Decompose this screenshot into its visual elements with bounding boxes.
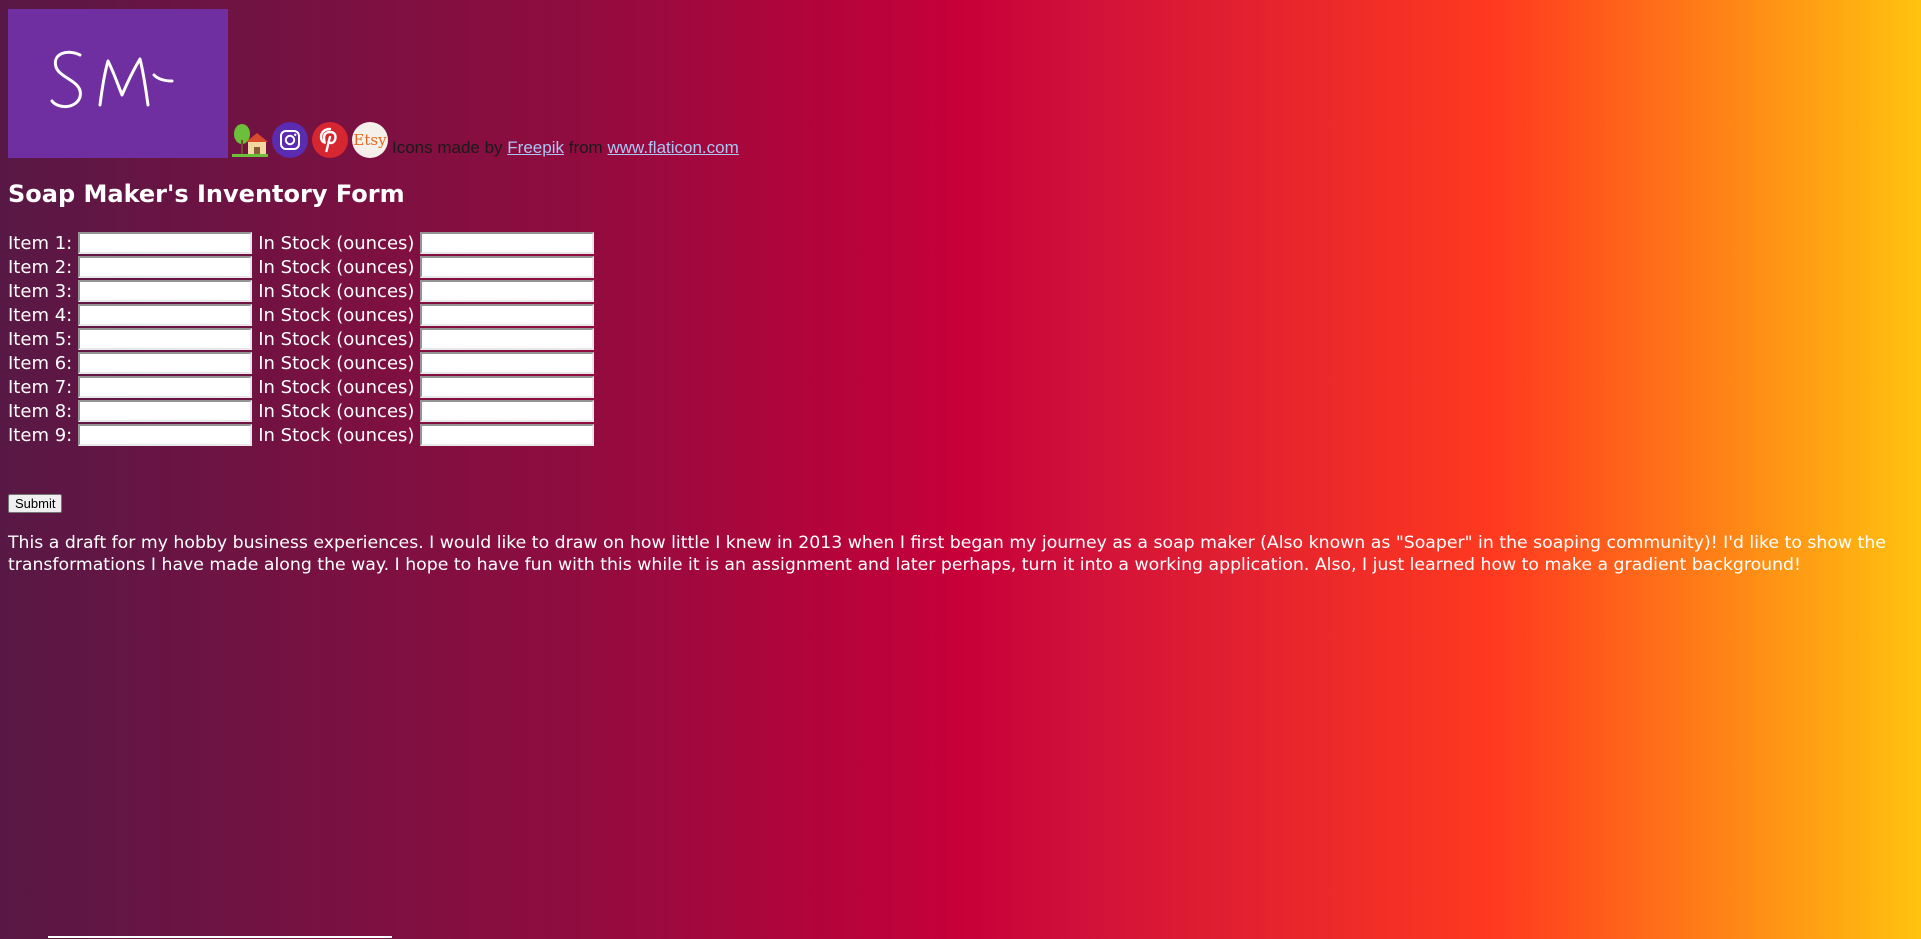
form-title: Soap Maker's Inventory Form <box>8 180 405 208</box>
item-9-stock-input[interactable] <box>420 424 595 446</box>
item-label: Item 1: <box>8 232 73 254</box>
item-8-stock-input[interactable] <box>420 400 595 422</box>
item-label: Item 4: <box>8 304 73 326</box>
item-7-stock-input[interactable] <box>420 376 595 398</box>
item-label: Item 5: <box>8 328 73 350</box>
stock-label: In Stock (ounces) <box>258 328 415 350</box>
item-6-name-input[interactable] <box>78 352 253 374</box>
item-label: Item 3: <box>8 280 73 302</box>
stock-label: In Stock (ounces) <box>258 424 415 446</box>
stock-label: In Stock (ounces) <box>258 376 415 398</box>
item-label: Item 7: <box>8 376 73 398</box>
form-row-8: Item 8: In Stock (ounces) <box>8 399 600 423</box>
flaticon-link[interactable]: www.flaticon.com <box>607 138 738 157</box>
form-row-9: Item 9: In Stock (ounces) <box>8 423 600 447</box>
submit-button[interactable]: Submit <box>8 494 63 513</box>
stock-label: In Stock (ounces) <box>258 280 415 302</box>
item-9-name-input[interactable] <box>78 424 253 446</box>
form-row-5: Item 5: In Stock (ounces) <box>8 327 600 351</box>
form-row-4: Item 4: In Stock (ounces) <box>8 303 600 327</box>
item-5-name-input[interactable] <box>78 328 253 350</box>
credit-prefix: Icons made by <box>392 138 503 157</box>
logo[interactable] <box>8 9 228 158</box>
logo-sm-mark <box>50 50 174 108</box>
item-label: Item 2: <box>8 256 73 278</box>
inventory-form: Item 1: In Stock (ounces) Item 2: In Sto… <box>8 231 600 447</box>
item-8-name-input[interactable] <box>78 400 253 422</box>
description-paragraph: This a draft for my hobby business exper… <box>8 533 1886 575</box>
stock-label: In Stock (ounces) <box>258 232 415 254</box>
form-row-6: Item 6: In Stock (ounces) <box>8 351 600 375</box>
item-1-stock-input[interactable] <box>420 232 595 254</box>
item-label: Item 9: <box>8 424 73 446</box>
freepik-link[interactable]: Freepik <box>507 138 564 157</box>
form-row-2: Item 2: In Stock (ounces) <box>8 255 600 279</box>
form-row-3: Item 3: In Stock (ounces) <box>8 279 600 303</box>
etsy-label: Etsy <box>353 131 387 149</box>
pinterest-icon[interactable] <box>312 122 348 158</box>
item-1-name-input[interactable] <box>78 232 253 254</box>
bottom-divider <box>48 936 392 938</box>
header: Etsy Icons made by Freepik from www.flat… <box>8 9 739 158</box>
item-3-name-input[interactable] <box>78 280 253 302</box>
form-row-7: Item 7: In Stock (ounces) <box>8 375 600 399</box>
item-2-stock-input[interactable] <box>420 256 595 278</box>
stock-label: In Stock (ounces) <box>258 304 415 326</box>
item-4-stock-input[interactable] <box>420 304 595 326</box>
item-label: Item 8: <box>8 400 73 422</box>
item-5-stock-input[interactable] <box>420 328 595 350</box>
stock-label: In Stock (ounces) <box>258 352 415 374</box>
instagram-icon[interactable] <box>272 122 308 158</box>
item-3-stock-input[interactable] <box>420 280 595 302</box>
icon-credit: Icons made by Freepik from www.flaticon.… <box>392 138 739 158</box>
item-7-name-input[interactable] <box>78 376 253 398</box>
form-row-1: Item 1: In Stock (ounces) <box>8 231 600 255</box>
item-2-name-input[interactable] <box>78 256 253 278</box>
stock-label: In Stock (ounces) <box>258 256 415 278</box>
item-label: Item 6: <box>8 352 73 374</box>
item-4-name-input[interactable] <box>78 304 253 326</box>
etsy-icon[interactable]: Etsy <box>352 122 388 158</box>
home-icon[interactable] <box>232 122 268 158</box>
credit-middle: from <box>568 138 603 157</box>
stock-label: In Stock (ounces) <box>258 400 415 422</box>
item-6-stock-input[interactable] <box>420 352 595 374</box>
